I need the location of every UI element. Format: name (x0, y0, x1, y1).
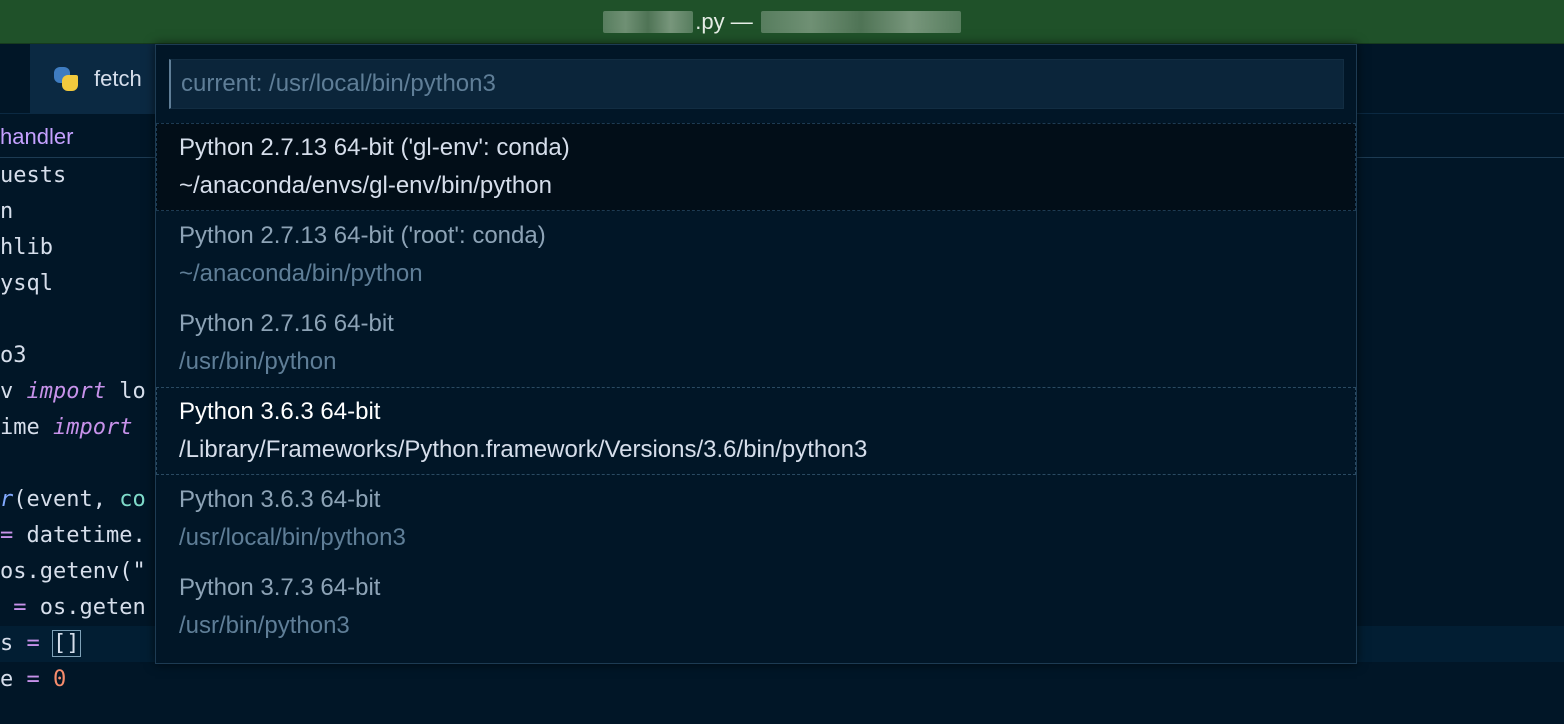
interpreter-path: /usr/bin/python (179, 348, 337, 375)
redacted-folder-name (760, 10, 961, 33)
python-icon (52, 65, 80, 93)
breadcrumb-symbol[interactable]: handler (0, 124, 73, 149)
interpreter-item[interactable]: Python 3.6.3 64-bit /usr/local/bin/pytho… (156, 475, 1356, 563)
interpreter-item[interactable]: Python 3.7.3 64-bit /usr/bin/python3 (156, 563, 1356, 651)
interpreter-item[interactable]: Python 2.7.13 64-bit ('root': conda) ~/a… (156, 211, 1356, 299)
tab-label: fetch (94, 66, 142, 91)
interpreter-label: Python 3.6.3 64-bit (179, 398, 381, 425)
interpreter-path: /usr/bin/python3 (179, 612, 350, 639)
window-title-bar: .py — (0, 0, 1564, 44)
redacted-filename (603, 10, 694, 33)
code-line: e = 0 (0, 667, 67, 692)
interpreter-label: Python 2.7.16 64-bit (179, 310, 394, 337)
interpreter-item[interactable]: Python 2.7.16 64-bit /usr/bin/python (156, 299, 1356, 387)
interpreter-label: Python 3.6.3 64-bit (179, 486, 381, 513)
interpreter-path: /Library/Frameworks/Python.framework/Ver… (179, 436, 868, 463)
window-title: .py — (695, 8, 753, 34)
interpreter-path: ~/anaconda/envs/gl-env/bin/python (179, 172, 552, 199)
tab-fetch[interactable]: fetch (30, 44, 170, 114)
quick-pick-input[interactable]: current: /usr/local/bin/python3 (169, 59, 1344, 109)
interpreter-quick-pick: current: /usr/local/bin/python3 Python 2… (155, 44, 1357, 664)
interpreter-label: Python 3.7.3 64-bit (179, 574, 381, 601)
interpreter-label: Python 2.7.13 64-bit ('gl-env': conda) (179, 134, 570, 161)
interpreter-path: ~/anaconda/bin/python (179, 260, 423, 287)
interpreter-path: /usr/local/bin/python3 (179, 524, 406, 551)
interpreter-item[interactable]: Python 3.6.3 64-bit /Library/Frameworks/… (156, 387, 1356, 475)
interpreter-item[interactable]: Python 2.7.13 64-bit ('gl-env': conda) ~… (156, 123, 1356, 211)
interpreter-list: Python 2.7.13 64-bit ('gl-env': conda) ~… (156, 123, 1356, 651)
interpreter-label: Python 2.7.13 64-bit ('root': conda) (179, 222, 546, 249)
